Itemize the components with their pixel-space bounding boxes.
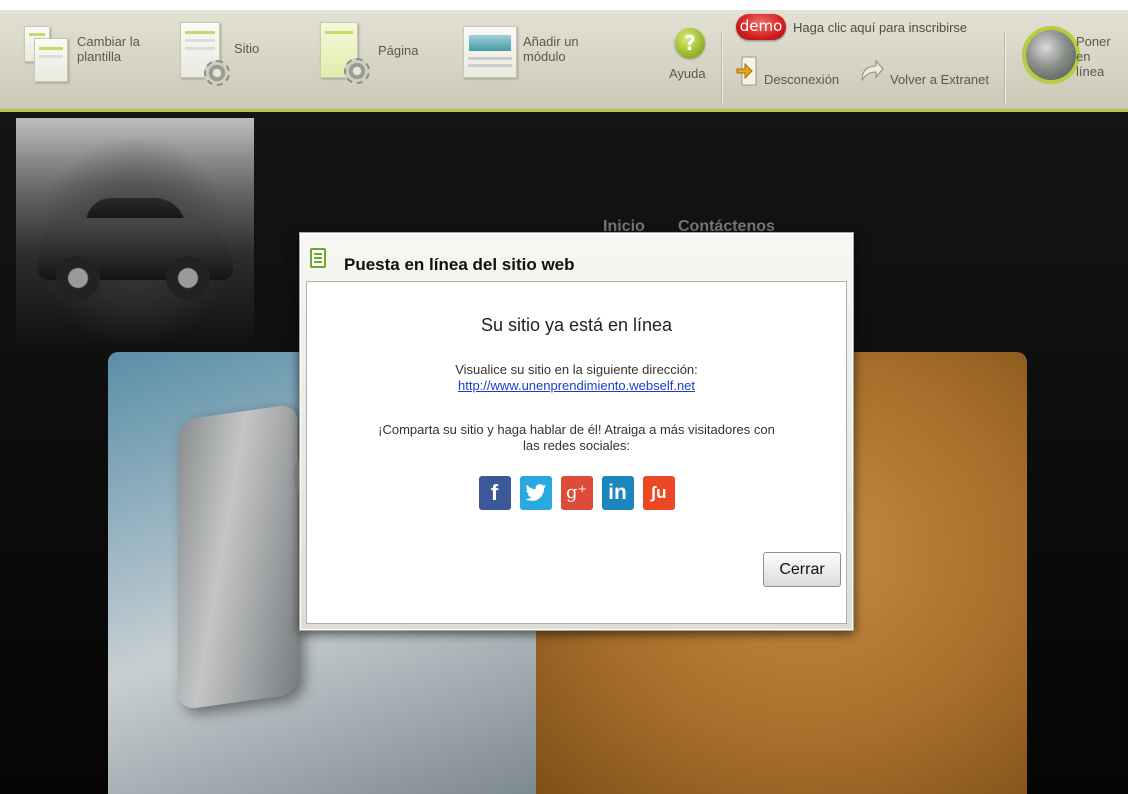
toolbar-divider — [1004, 32, 1005, 104]
gear-icon — [344, 58, 370, 84]
google-plus-icon[interactable]: g⁺ — [560, 476, 593, 510]
site-url-link[interactable]: http://www.unenprendimiento.webself.net — [458, 378, 695, 393]
header-car-image — [16, 118, 254, 346]
back-extranet-button[interactable]: Volver a Extranet — [856, 54, 996, 94]
page-label: Página — [378, 43, 419, 58]
change-template-label: Cambiar la plantilla — [77, 34, 140, 64]
social-share-row: f g⁺ in ʃu — [307, 476, 846, 510]
site-button[interactable]: Sitio — [170, 0, 280, 112]
publish-label: Poner en línea — [1076, 34, 1111, 79]
change-template-button[interactable]: Cambiar la plantilla — [0, 0, 160, 112]
logout-button[interactable]: Desconexión — [732, 54, 850, 94]
back-arrow-icon — [861, 59, 884, 82]
document-icon — [310, 248, 326, 268]
help-button[interactable]: ? Ayuda — [665, 0, 715, 112]
gear-icon — [204, 60, 230, 86]
help-label: Ayuda — [669, 66, 706, 81]
logout-label: Desconexión — [764, 72, 840, 87]
template-icon-front — [34, 38, 68, 82]
globe-icon — [1026, 30, 1076, 80]
editor-toolbar: Cambiar la plantilla Sitio Página Añadir… — [0, 0, 1128, 112]
demo-badge: demo — [736, 14, 786, 40]
linkedin-icon[interactable]: in — [601, 476, 634, 510]
signup-link[interactable]: Haga clic aquí para inscribirse — [793, 20, 967, 35]
add-module-button[interactable]: Añadir un módulo — [455, 0, 605, 112]
share-text-line2: las redes sociales: — [523, 438, 630, 453]
logout-icon — [736, 56, 757, 86]
help-icon: ? — [675, 28, 705, 58]
module-icon — [463, 26, 517, 78]
online-heading: Su sitio ya está en línea — [480, 315, 673, 335]
page-button[interactable]: Página — [310, 0, 430, 112]
dialog-header: Puesta en línea del sitio web — [300, 233, 853, 281]
close-button[interactable]: Cerrar — [763, 552, 841, 587]
facebook-icon[interactable]: f — [478, 476, 511, 510]
add-module-label: Añadir un módulo — [523, 34, 579, 64]
twitter-icon[interactable] — [519, 476, 552, 510]
stumbleupon-icon[interactable]: ʃu — [642, 476, 675, 510]
publish-dialog: Puesta en línea del sitio web Su sitio y… — [299, 232, 854, 631]
publish-button[interactable]: Poner en línea — [1012, 0, 1128, 112]
back-extranet-label: Volver a Extranet — [890, 72, 989, 87]
dialog-title: Puesta en línea del sitio web — [344, 255, 575, 274]
dialog-body: Su sitio ya está en línea Visualice su s… — [306, 281, 847, 624]
toolbar-divider — [721, 32, 722, 104]
site-label: Sitio — [234, 41, 260, 56]
share-text-line1: ¡Comparta su sitio y haga hablar de él! … — [378, 422, 775, 437]
view-site-text: Visualice su sitio en la siguiente direc… — [455, 362, 698, 377]
